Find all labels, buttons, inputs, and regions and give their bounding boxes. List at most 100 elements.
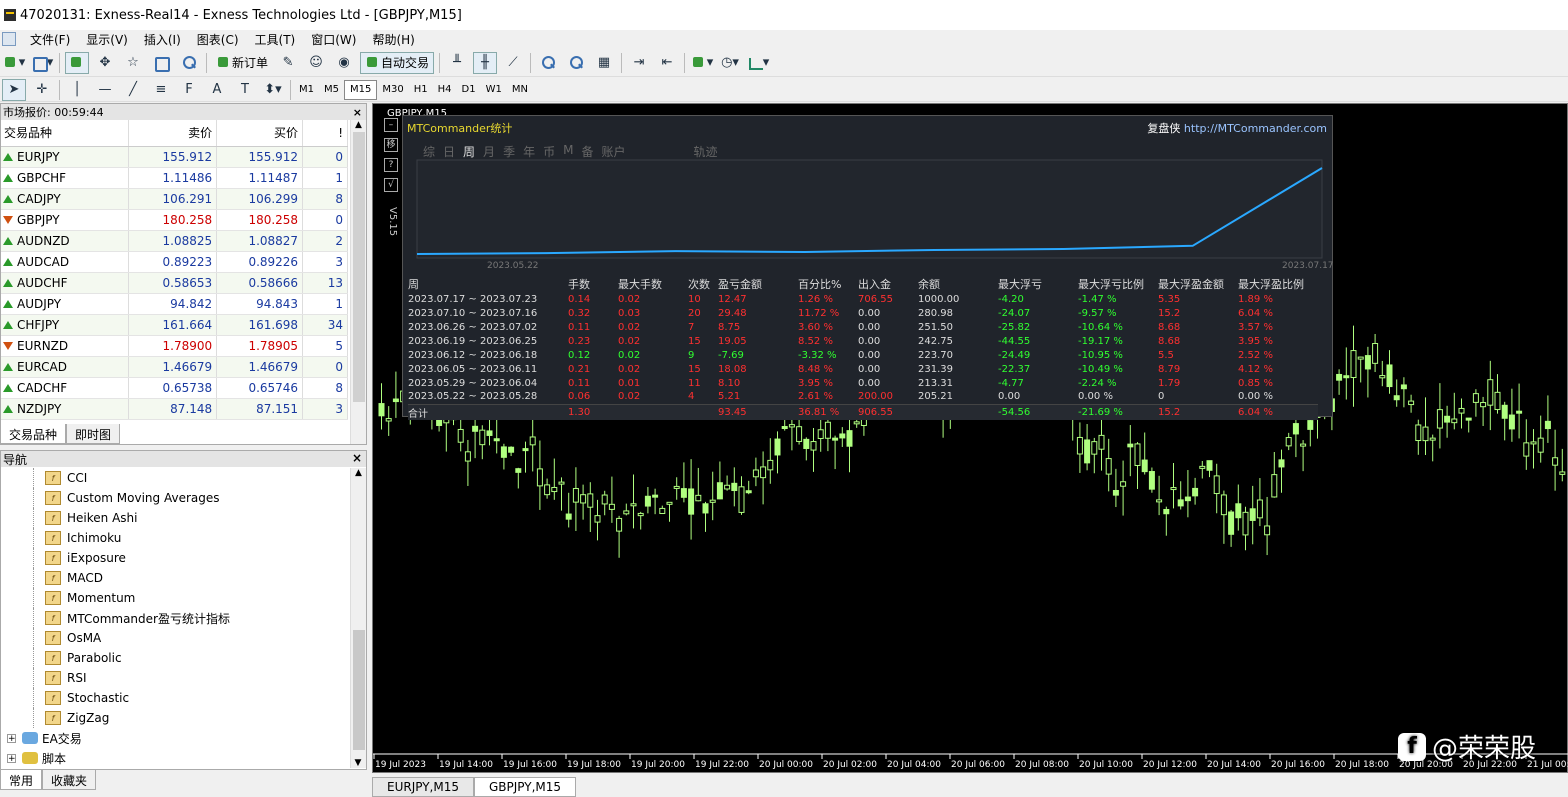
new-order-button[interactable]: 新订单 [212,52,272,74]
navigator-scrollbar[interactable]: ▲ ▼ [350,468,366,768]
scroll-thumb[interactable] [353,630,365,750]
help-icon[interactable]: ? [384,158,398,172]
col-bid[interactable]: 卖价 [128,120,218,147]
market-watch-row[interactable]: GBPCHF 1.11486 1.11487 1 [1,167,348,189]
metaeditor-button[interactable]: ✎ [276,52,300,74]
market-watch-row[interactable]: CHFJPY 161.664 161.698 34 [1,314,348,336]
navigator-indicator-item[interactable]: f Custom Moving Averages [1,488,349,508]
navigator-indicator-item[interactable]: f iExposure [1,548,349,568]
col-ask[interactable]: 买价 [216,120,304,147]
periods-button[interactable]: ◷▾ [718,52,742,74]
col-spread[interactable]: ! [302,120,348,147]
label-tool[interactable]: T [233,79,257,101]
tf-m1[interactable]: M1 [294,80,319,100]
market-watch-row[interactable]: EURCAD 1.46679 1.46679 0 [1,356,348,378]
new-chart-button[interactable]: ▾ [2,52,26,74]
horizontal-line-tool[interactable]: — [93,79,117,101]
menu-insert[interactable]: 插入(I) [136,31,189,48]
tf-m15[interactable]: M15 [344,79,378,100]
market-watch-row[interactable]: CADJPY 106.291 106.299 8 [1,188,348,210]
navigator-indicator-item[interactable]: f MACD [1,568,349,588]
zoom-out-button[interactable] [564,52,588,74]
check-icon[interactable]: √ [384,178,398,192]
cursor-tool[interactable]: ➤ [2,78,26,101]
market-watch-row[interactable]: AUDJPY 94.842 94.843 1 [1,293,348,315]
menu-tools[interactable]: 工具(T) [247,31,304,48]
close-icon[interactable]: × [353,106,366,119]
close-icon[interactable]: × [352,451,366,467]
auto-trading-button[interactable]: 自动交易 [360,51,435,74]
expand-icon[interactable]: + [7,733,16,743]
tf-w1[interactable]: W1 [481,80,507,100]
tf-m30[interactable]: M30 [377,80,408,100]
fibo-tool[interactable]: F [177,79,201,101]
candlestick-button[interactable]: ╫ [473,51,498,74]
navigator-folder-item[interactable]: + EA交易 [1,728,349,748]
tab-favorites[interactable]: 收藏夹 [42,770,97,790]
templates-button[interactable]: ▾ [746,52,770,74]
tf-d1[interactable]: D1 [457,80,481,100]
trendline-tool[interactable]: ╱ [121,79,145,101]
arrows-tool[interactable]: ⬍▾ [261,79,285,101]
navigator-indicator-item[interactable]: f Momentum [1,588,349,608]
market-watch-row[interactable]: AUDCAD 0.89223 0.89226 3 [1,251,348,273]
collapse-icon[interactable]: – [384,118,398,132]
navigator-indicator-item[interactable]: f Heiken Ashi [1,508,349,528]
market-watch-row[interactable]: AUDCHF 0.58653 0.58666 13 [1,272,348,294]
bar-chart-button[interactable]: ╨ [445,52,469,74]
menu-help[interactable]: 帮助(H) [364,31,422,48]
navigator-indicator-item[interactable]: f ZigZag [1,708,349,728]
navigator-indicator-item[interactable]: f Stochastic [1,688,349,708]
tf-h1[interactable]: H1 [409,80,433,100]
market-watch-row[interactable]: GBPJPY 180.258 180.258 0 [1,209,348,231]
vertical-line-tool[interactable]: │ [65,79,89,101]
tile-windows-button[interactable]: ▦ [592,52,616,74]
chart-tab-eurjpy[interactable]: EURJPY,M15 [372,777,474,797]
navigator-indicator-item[interactable]: f OsMA [1,628,349,648]
market-button[interactable]: ◉ [332,52,356,74]
menu-view[interactable]: 显示(V) [78,31,136,48]
tf-mn[interactable]: MN [507,80,533,100]
navigator-button[interactable]: ☆ [121,52,145,74]
navigator-indicator-item[interactable]: f CCI [1,468,349,488]
expand-icon[interactable]: + [7,753,16,763]
auto-scroll-button[interactable]: ⇥ [627,52,651,74]
channel-tool[interactable]: ≡ [149,79,173,101]
move-icon[interactable]: 移 [384,138,398,152]
navigator-indicator-item[interactable]: f RSI [1,668,349,688]
tab-common[interactable]: 常用 [0,770,43,790]
menu-charts[interactable]: 图表(C) [189,31,247,48]
market-watch-row[interactable]: CADCHF 0.65738 0.65746 8 [1,377,348,399]
navigator-indicator-item[interactable]: f MTCommander盈亏统计指标 [1,608,349,628]
indicators-button[interactable]: ▾ [690,52,714,74]
signals-button[interactable]: ☺ [304,52,328,74]
tf-h4[interactable]: H4 [433,80,457,100]
chart-shift-button[interactable]: ⇤ [655,52,679,74]
zoom-in-button[interactable] [536,52,560,74]
navigator-indicator-item[interactable]: f Ichimoku [1,528,349,548]
chart-tab-gbpjpy[interactable]: GBPJPY,M15 [473,777,577,797]
strategy-tester-button[interactable] [177,52,201,74]
text-tool[interactable]: A [205,79,229,101]
market-watch-scrollbar[interactable]: ▲ [350,120,366,444]
col-symbol[interactable]: 交易品种 [1,120,130,147]
market-watch-row[interactable]: NZDJPY 87.148 87.151 3 [1,398,348,420]
data-window-button[interactable]: ✥ [93,52,117,74]
market-watch-row[interactable]: EURNZD 1.78900 1.78905 5 [1,335,348,357]
tab-symbols[interactable]: 交易品种 [0,424,67,444]
tab-tick-chart[interactable]: 即时图 [66,424,121,444]
tf-m5[interactable]: M5 [319,80,344,100]
navigator-indicator-item[interactable]: f Parabolic [1,648,349,668]
line-chart-button[interactable]: ⟋ [501,52,525,74]
menu-file[interactable]: 文件(F) [22,31,78,48]
navigator-folder-item[interactable]: + 脚本 [1,748,349,768]
market-watch-button[interactable] [65,51,89,74]
market-watch-row[interactable]: AUDNZD 1.08825 1.08827 2 [1,230,348,252]
menu-window[interactable]: 窗口(W) [303,31,364,48]
market-watch-row[interactable]: EURJPY 155.912 155.912 0 [1,146,348,168]
profiles-button[interactable]: ▾ [30,52,54,74]
crosshair-tool[interactable]: ✛ [30,79,54,101]
child-window-icon[interactable] [2,32,16,46]
terminal-button[interactable] [149,52,173,74]
scroll-thumb[interactable] [353,132,365,402]
